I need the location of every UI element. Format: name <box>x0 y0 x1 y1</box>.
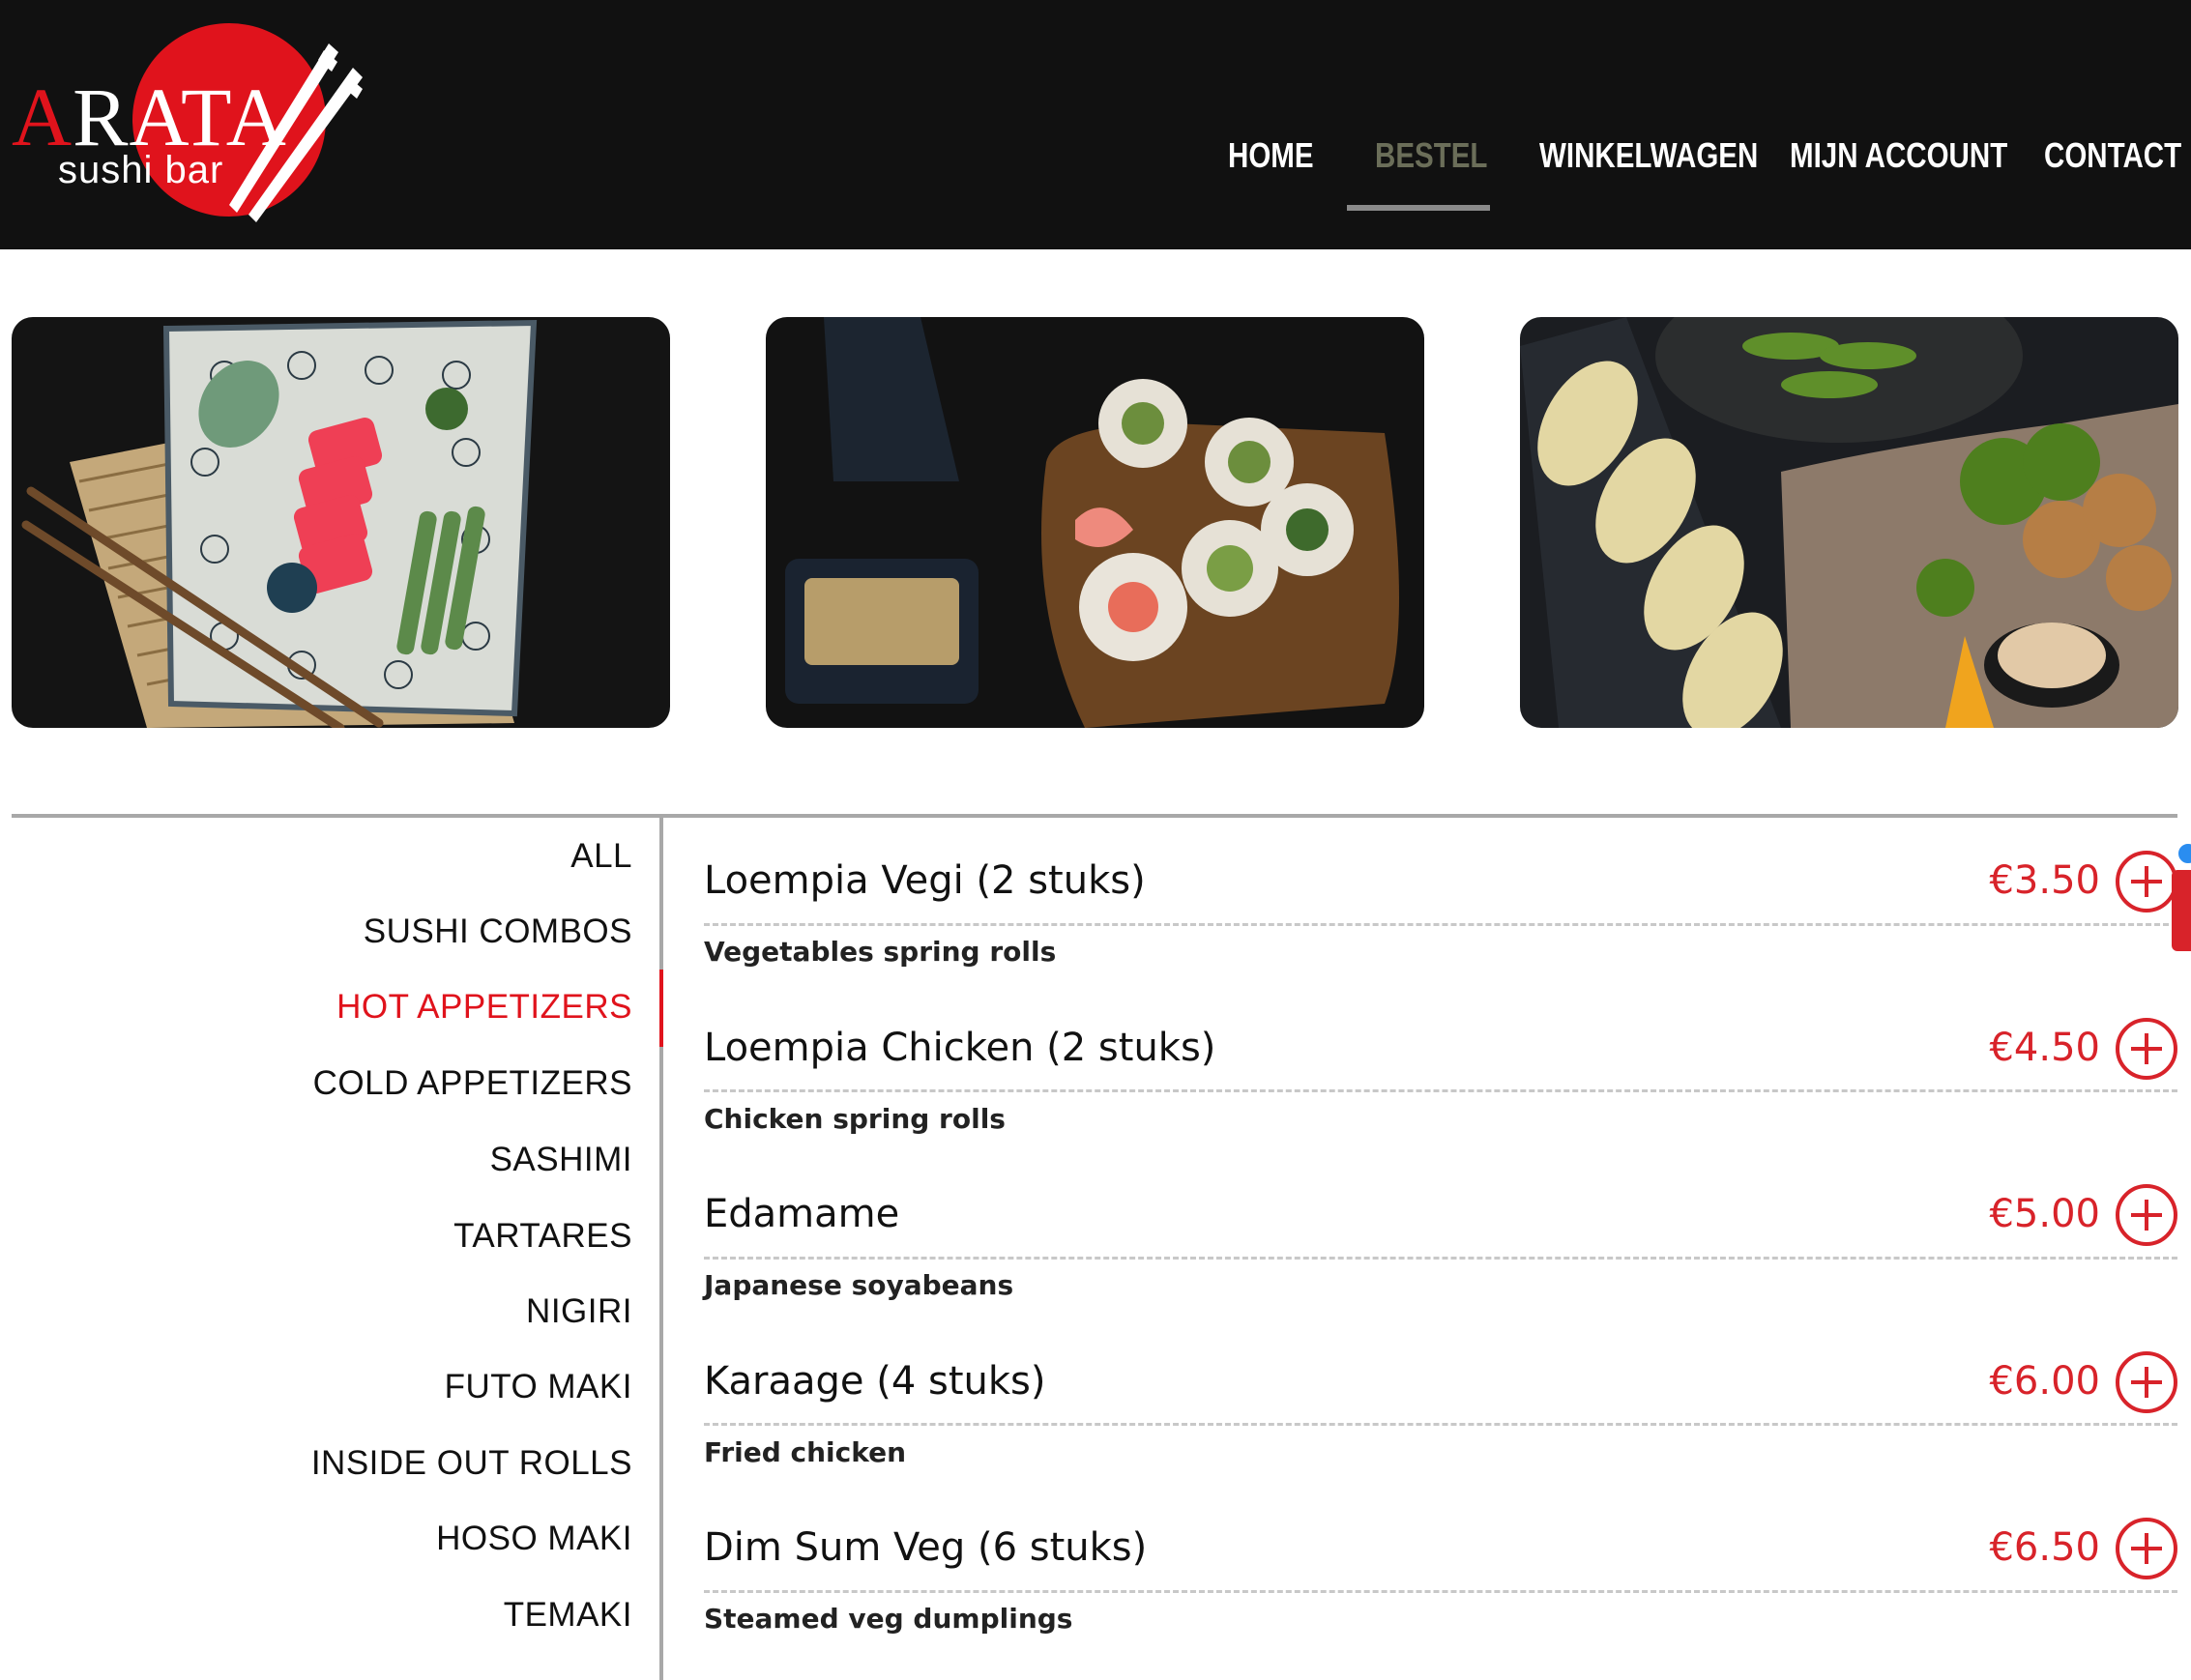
gallery-photo-gyoza <box>1520 317 2178 728</box>
item-separator <box>704 1089 2177 1092</box>
category-hoso-maki[interactable]: HOSO MAKI <box>436 1520 632 1558</box>
sidebar-active-indicator <box>659 970 663 1047</box>
section-divider <box>12 814 2177 818</box>
sidebar-divider <box>659 818 663 1680</box>
item-name: Loempia Vegi (2 stuks) <box>704 858 1146 903</box>
item-description: Vegetables spring rolls <box>704 936 1057 968</box>
gallery-photo-sashimi <box>12 317 670 728</box>
logo-wordmark: ARATA <box>12 71 287 163</box>
item-price: €4.50 <box>1989 1026 2100 1070</box>
item-name: Karaage (4 stuks) <box>704 1359 1046 1404</box>
category-temaki[interactable]: TEMAKI <box>504 1596 632 1635</box>
nav-winkelwagen[interactable]: WINKELWAGEN <box>1539 135 1758 176</box>
item-price: €6.50 <box>1989 1525 2100 1570</box>
category-nigiri[interactable]: NIGIRI <box>526 1292 632 1331</box>
nav-home[interactable]: HOME <box>1228 135 1314 176</box>
category-sashimi[interactable]: SASHIMI <box>490 1141 632 1179</box>
notification-dot <box>2176 841 2191 866</box>
category-cold-appetizers[interactable]: COLD APPETIZERS <box>313 1064 632 1103</box>
logo-subtitle: sushi bar <box>58 149 224 191</box>
item-separator <box>704 1257 2177 1260</box>
item-price: €3.50 <box>1989 858 2100 903</box>
category-futo-maki[interactable]: FUTO MAKI <box>445 1368 632 1406</box>
site-header: ARATA sushi bar HOME BESTEL WINKELWAGEN … <box>0 0 2191 249</box>
add-to-cart-button[interactable] <box>2116 1018 2177 1080</box>
add-to-cart-button[interactable] <box>2116 1184 2177 1246</box>
category-tartares[interactable]: TARTARES <box>453 1217 632 1256</box>
nav-bestel[interactable]: BESTEL <box>1375 135 1487 176</box>
item-description: Fried chicken <box>704 1436 907 1468</box>
arata-logo[interactable]: ARATA sushi bar <box>0 0 387 249</box>
category-all[interactable]: ALL <box>570 837 632 876</box>
item-description: Steamed veg dumplings <box>704 1603 1073 1635</box>
add-to-cart-button[interactable] <box>2116 851 2177 912</box>
item-name: Edamame <box>704 1192 900 1236</box>
item-separator <box>704 923 2177 926</box>
add-to-cart-button[interactable] <box>2116 1518 2177 1579</box>
nav-contact[interactable]: CONTACT <box>2044 135 2181 176</box>
add-to-cart-button[interactable] <box>2116 1351 2177 1413</box>
item-description: Japanese soyabeans <box>704 1269 1014 1301</box>
item-separator <box>704 1423 2177 1426</box>
item-separator <box>704 1590 2177 1593</box>
cart-side-tab[interactable] <box>2172 870 2191 951</box>
category-inside-out-rolls[interactable]: INSIDE OUT ROLLS <box>311 1444 632 1483</box>
nav-active-underline <box>1347 205 1490 211</box>
gallery-photo-sushi-rolls <box>766 317 1424 728</box>
item-name: Dim Sum Veg (6 stuks) <box>704 1525 1148 1570</box>
item-price: €5.00 <box>1989 1192 2100 1236</box>
nav-mijn-account[interactable]: MIJN ACCOUNT <box>1790 135 2007 176</box>
category-hot-appetizers[interactable]: HOT APPETIZERS <box>336 988 632 1027</box>
item-price: €6.00 <box>1989 1359 2100 1404</box>
item-description: Chicken spring rolls <box>704 1103 1006 1135</box>
category-sushi-combos[interactable]: SUSHI COMBOS <box>364 912 632 951</box>
item-name: Loempia Chicken (2 stuks) <box>704 1026 1216 1070</box>
